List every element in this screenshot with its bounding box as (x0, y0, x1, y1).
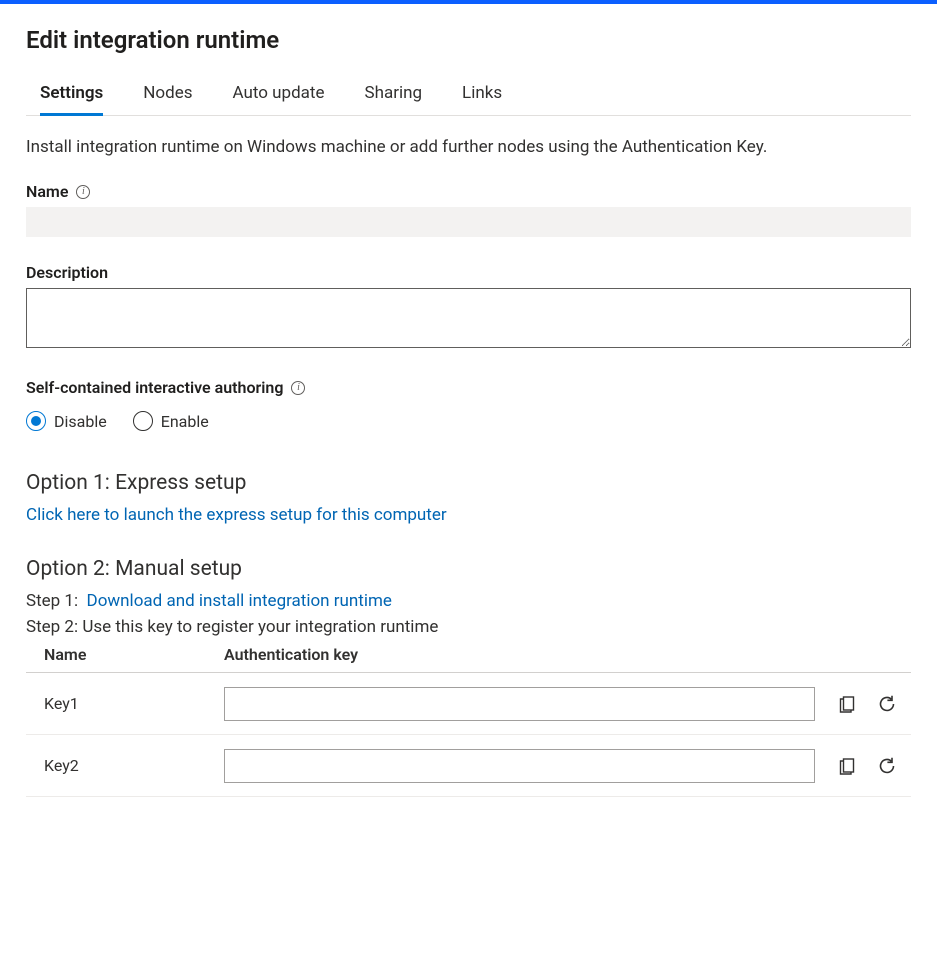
step2-row: Step 2: Use this key to register your in… (26, 617, 911, 637)
key2-actions (815, 752, 905, 780)
copy-icon (837, 756, 857, 776)
table-header-row: Name Authentication key (26, 643, 911, 673)
col-key-header: Authentication key (224, 645, 815, 664)
download-runtime-link[interactable]: Download and install integration runtime (87, 591, 392, 611)
tab-auto-update[interactable]: Auto update (232, 83, 324, 116)
table-row: Key1 (26, 673, 911, 735)
name-label: Name (26, 182, 68, 201)
option1-heading: Option 1: Express setup (26, 471, 911, 495)
refresh-icon (877, 756, 897, 776)
option2-heading: Option 2: Manual setup (26, 557, 911, 581)
scia-enable-label: Enable (161, 412, 209, 431)
express-setup-link[interactable]: Click here to launch the express setup f… (26, 505, 911, 525)
tab-sharing[interactable]: Sharing (365, 83, 423, 116)
key1-name: Key1 (44, 694, 224, 713)
key1-actions (815, 690, 905, 718)
tab-bar: Settings Nodes Auto update Sharing Links (26, 82, 911, 116)
col-name-header: Name (44, 645, 224, 664)
page-title: Edit integration runtime (26, 26, 911, 54)
tab-settings[interactable]: Settings (40, 83, 103, 116)
edit-integration-runtime-panel: Edit integration runtime Settings Nodes … (0, 4, 937, 837)
refresh-icon (877, 694, 897, 714)
tab-nodes[interactable]: Nodes (143, 83, 192, 116)
table-row: Key2 (26, 735, 911, 797)
regenerate-key2-button[interactable] (873, 752, 901, 780)
key1-input[interactable] (224, 687, 815, 721)
scia-radio-group: Disable Enable (26, 411, 911, 431)
step1-row: Step 1: Download and install integration… (26, 591, 911, 611)
name-label-row: Name i (26, 182, 90, 201)
copy-icon (837, 694, 857, 714)
info-icon[interactable]: i (76, 185, 90, 199)
description-input[interactable] (26, 288, 911, 348)
scia-disable-label: Disable (54, 412, 107, 431)
key2-name: Key2 (44, 756, 224, 775)
scia-enable-option[interactable]: Enable (133, 411, 209, 431)
key2-input[interactable] (224, 749, 815, 783)
auth-key-table: Name Authentication key Key1 (26, 643, 911, 797)
info-icon[interactable]: i (291, 381, 305, 395)
step2-label: Step 2: Use this key to register your in… (26, 617, 438, 637)
regenerate-key1-button[interactable] (873, 690, 901, 718)
radio-checked-icon (26, 411, 46, 431)
name-input[interactable] (26, 207, 911, 237)
scia-label-row: Self-contained interactive authoring i (26, 378, 305, 397)
step1-label: Step 1: (26, 591, 78, 611)
description-label: Description (26, 263, 108, 282)
tab-links[interactable]: Links (462, 83, 502, 116)
radio-unchecked-icon (133, 411, 153, 431)
copy-key1-button[interactable] (833, 690, 861, 718)
scia-disable-option[interactable]: Disable (26, 411, 107, 431)
scia-label: Self-contained interactive authoring (26, 378, 283, 397)
copy-key2-button[interactable] (833, 752, 861, 780)
intro-text: Install integration runtime on Windows m… (26, 134, 846, 160)
